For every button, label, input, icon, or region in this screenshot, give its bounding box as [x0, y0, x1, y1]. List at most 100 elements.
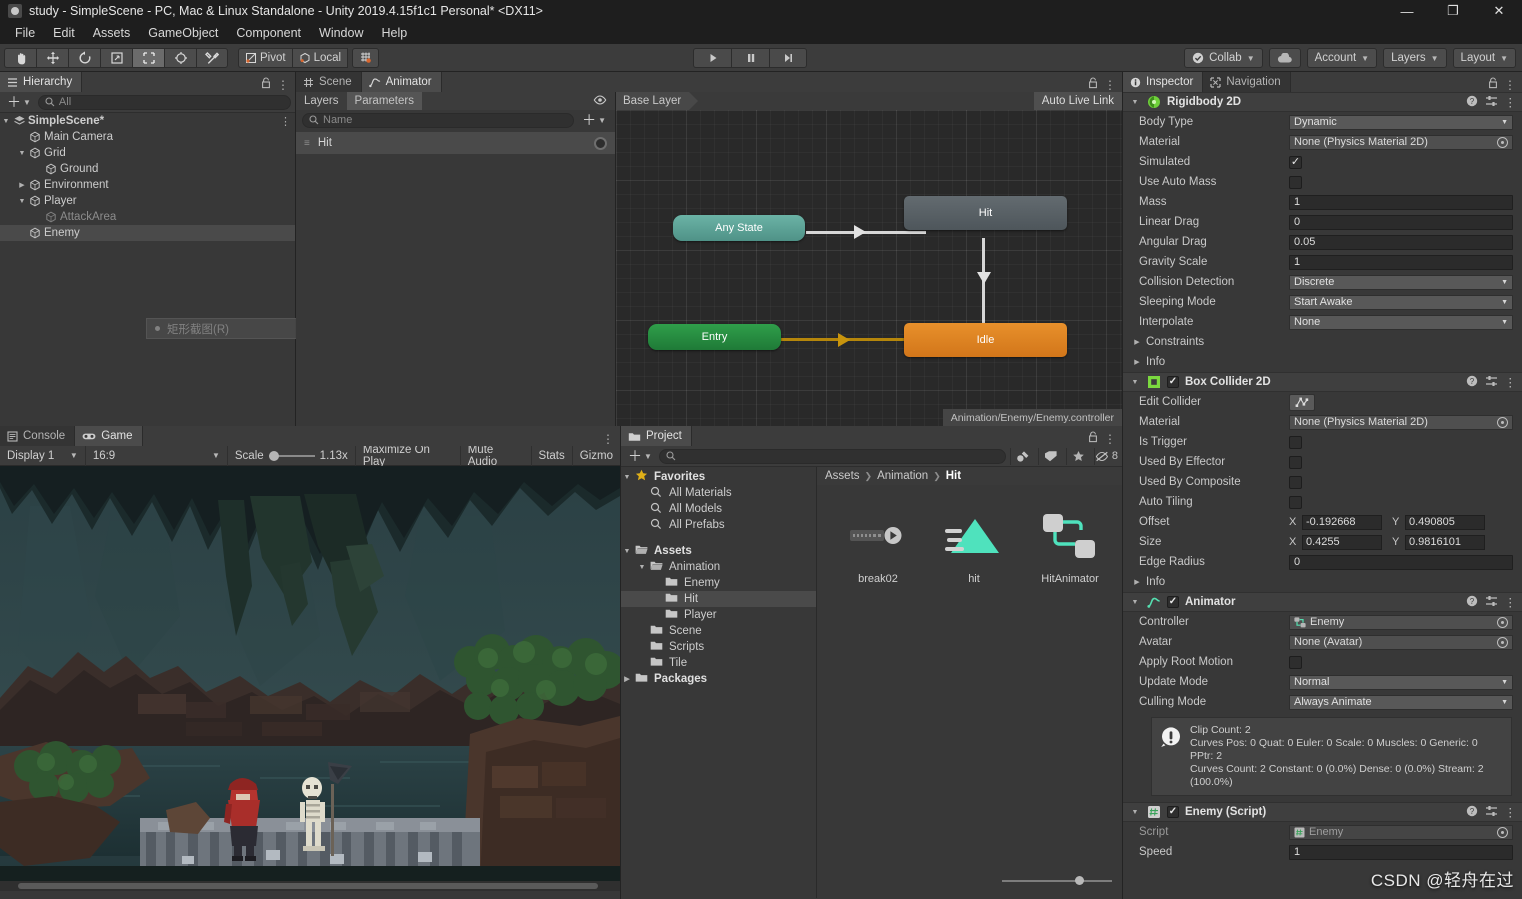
disclosure-triangle-icon[interactable]: [1131, 358, 1143, 366]
hierarchy-item-player[interactable]: Player: [0, 193, 295, 209]
game-options-icon[interactable]: ⋮: [602, 432, 614, 446]
tab-scene[interactable]: Scene: [296, 72, 362, 92]
preset-icon[interactable]: [1485, 375, 1498, 390]
disclosure-triangle-icon[interactable]: [16, 198, 28, 205]
scale-slider-knob[interactable]: [268, 450, 279, 461]
number-field-linear-drag[interactable]: 0: [1289, 214, 1513, 230]
project-tree-item-all-models[interactable]: All Models: [621, 501, 816, 517]
close-button[interactable]: ✕: [1476, 0, 1522, 22]
component-header-animator[interactable]: Animator?⋮: [1123, 592, 1522, 612]
search-by-type-icon[interactable]: [1010, 447, 1034, 465]
project-tree-item-scripts[interactable]: Scripts: [621, 639, 816, 655]
game-view-horizontal-scrollbar[interactable]: [0, 881, 620, 891]
lock-icon[interactable]: [261, 77, 271, 92]
number-field-edge-radius[interactable]: 0: [1289, 554, 1513, 570]
dropdown-update-mode[interactable]: Normal ▼: [1289, 674, 1513, 690]
foldout-info[interactable]: Info: [1123, 572, 1522, 592]
minimize-button[interactable]: —: [1384, 0, 1430, 22]
grid-snap-toggle[interactable]: [352, 47, 380, 68]
favorite-star-icon[interactable]: [1066, 447, 1090, 465]
scale-slider[interactable]: Scale 1.13x: [228, 445, 356, 466]
hierarchy-item-main-camera[interactable]: Main Camera: [0, 129, 295, 145]
account-button[interactable]: Account ▼: [1306, 48, 1378, 68]
tab-inspector[interactable]: Inspector: [1123, 72, 1204, 92]
scale-slider-track[interactable]: [268, 450, 315, 461]
breadcrumb-assets[interactable]: Assets: [825, 470, 860, 482]
asset-item-hit[interactable]: hit: [935, 507, 1013, 585]
project-tree-item-all-materials[interactable]: All Materials: [621, 485, 816, 501]
number-field-gravity-scale[interactable]: 1: [1289, 254, 1513, 270]
asset-item-break02[interactable]: break02: [839, 507, 917, 585]
project-tree-item-all-prefabs[interactable]: All Prefabs: [621, 517, 816, 533]
foldout-constraints[interactable]: Constraints: [1123, 332, 1522, 352]
tab-console[interactable]: Console: [0, 426, 76, 446]
object-picker-icon[interactable]: [1497, 826, 1508, 838]
edge-any-to-hit[interactable]: [806, 231, 926, 234]
subtab-parameters[interactable]: Parameters: [346, 92, 422, 110]
hidden-packages-count[interactable]: 8: [1094, 447, 1118, 465]
checkbox-is-trigger[interactable]: [1289, 435, 1302, 449]
hierarchy-item-simplescene-[interactable]: SimpleScene* ⋮: [0, 113, 295, 129]
object-field-material[interactable]: None (Physics Material 2D): [1289, 134, 1513, 150]
rotate-tool-icon[interactable]: [68, 47, 100, 68]
parameter-search-input[interactable]: Name: [302, 112, 575, 128]
visibility-eye-icon[interactable]: [593, 94, 615, 108]
menu-component[interactable]: Component: [227, 23, 310, 43]
tab-animator[interactable]: Animator: [361, 72, 442, 92]
move-tool-icon[interactable]: [36, 47, 68, 68]
scrollbar-thumb[interactable]: [18, 883, 598, 889]
breadcrumb-hit[interactable]: Hit: [946, 470, 961, 482]
state-machine-graph[interactable]: Any State Entry Hit Idle Animation/Enemy…: [616, 110, 1122, 426]
menu-assets[interactable]: Assets: [84, 23, 140, 43]
lock-icon[interactable]: [1088, 77, 1098, 92]
component-options-icon[interactable]: ⋮: [1505, 805, 1517, 819]
display-dropdown[interactable]: Display 1 ▼: [0, 445, 86, 466]
hierarchy-options-icon[interactable]: ⋮: [277, 78, 289, 92]
breadcrumb-animation[interactable]: Animation: [877, 470, 928, 482]
disclosure-triangle-icon[interactable]: [1129, 599, 1141, 606]
foldout-info[interactable]: Info: [1123, 352, 1522, 372]
state-node-idle[interactable]: Idle: [904, 323, 1067, 357]
transform-tool-icon[interactable]: [164, 47, 196, 68]
component-header-rigidbody-2d[interactable]: Rigidbody 2D?⋮: [1123, 92, 1522, 112]
game-view[interactable]: [0, 466, 620, 891]
number-field-angular-drag[interactable]: 0.05: [1289, 234, 1513, 250]
project-tree-item-favorites[interactable]: Favorites: [621, 469, 816, 485]
hierarchy-item-attackarea[interactable]: AttackArea: [0, 209, 295, 225]
checkbox-use-auto-mass[interactable]: [1289, 175, 1302, 189]
preset-icon[interactable]: [1485, 805, 1498, 820]
animator-options-icon[interactable]: ⋮: [1104, 78, 1116, 92]
tab-navigation[interactable]: Navigation: [1203, 72, 1291, 92]
component-options-icon[interactable]: ⋮: [1505, 95, 1517, 109]
component-enable-checkbox[interactable]: [1167, 596, 1179, 608]
project-options-icon[interactable]: ⋮: [1104, 432, 1116, 446]
checkbox-auto-tiling[interactable]: [1289, 495, 1302, 509]
object-picker-icon[interactable]: [1497, 636, 1508, 648]
hierarchy-search-input[interactable]: All: [37, 94, 291, 110]
disclosure-triangle-icon[interactable]: [621, 474, 633, 481]
dropdown-sleeping-mode[interactable]: Start Awake ▼: [1289, 294, 1513, 310]
collab-button[interactable]: Collab ▼: [1184, 48, 1263, 68]
project-tree-item-scene[interactable]: Scene: [621, 623, 816, 639]
object-picker-icon[interactable]: [1497, 136, 1508, 148]
layers-button[interactable]: Layers ▼: [1383, 48, 1447, 68]
object-field-avatar[interactable]: None (Avatar): [1289, 634, 1513, 650]
disclosure-triangle-icon[interactable]: [1131, 578, 1143, 586]
parameter-row-hit[interactable]: ≡ Hit: [296, 132, 615, 154]
object-picker-icon[interactable]: [1497, 416, 1508, 428]
step-button[interactable]: [769, 48, 807, 68]
hierarchy-item-environment[interactable]: Environment: [0, 177, 295, 193]
scale-tool-icon[interactable]: [100, 47, 132, 68]
play-button[interactable]: [693, 48, 731, 68]
disclosure-triangle-icon[interactable]: [621, 675, 633, 683]
object-field-controller[interactable]: Enemy: [1289, 614, 1513, 630]
dropdown-culling-mode[interactable]: Always Animate ▼: [1289, 694, 1513, 710]
checkbox-simulated[interactable]: [1289, 155, 1302, 169]
checkbox-used-by-composite[interactable]: [1289, 475, 1302, 489]
breadcrumb-base-layer[interactable]: Base Layer: [616, 92, 699, 110]
help-icon[interactable]: ?: [1466, 595, 1478, 610]
y-value-field[interactable]: 0.490805: [1405, 514, 1485, 530]
subtab-layers[interactable]: Layers: [296, 92, 347, 110]
maximize-button[interactable]: ❐: [1430, 0, 1476, 22]
search-by-label-icon[interactable]: [1038, 447, 1062, 465]
